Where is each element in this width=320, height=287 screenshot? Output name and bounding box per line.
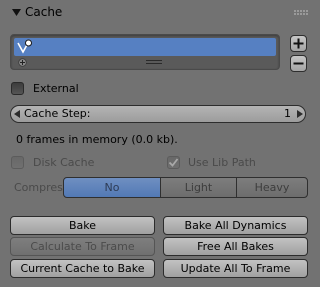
remove-cache-button[interactable] [290, 55, 307, 72]
memory-info-text: 0 frames in memory (0.0 kb). [16, 133, 178, 146]
disk-cache-label[interactable]: Disk Cache [33, 156, 94, 170]
cache-step-label: Cache Step: [24, 107, 91, 120]
plus-icon [293, 38, 304, 49]
decrement-arrow-icon[interactable] [14, 110, 20, 118]
use-lib-path-checkbox[interactable] [167, 156, 180, 169]
calculate-to-frame-button[interactable]: Calculate To Frame [10, 237, 155, 256]
bake-all-dynamics-button[interactable]: Bake All Dynamics [163, 216, 308, 235]
update-all-to-frame-button[interactable]: Update All To Frame [163, 259, 308, 278]
list-resize-handle[interactable] [146, 60, 162, 65]
minus-icon [293, 62, 304, 65]
use-lib-path-label[interactable]: Use Lib Path [188, 156, 256, 170]
external-checkbox[interactable] [11, 82, 24, 95]
cache-step-value: 1 [284, 107, 291, 120]
compression-option-heavy[interactable]: Heavy [236, 177, 308, 198]
external-label[interactable]: External [33, 82, 79, 96]
point-cache-icon [17, 39, 32, 54]
free-all-bakes-button[interactable]: Free All Bakes [163, 237, 308, 256]
increment-arrow-icon[interactable] [297, 110, 303, 118]
compression-option-light[interactable]: Light [160, 177, 237, 198]
checkmark-icon [168, 158, 179, 167]
drag-grip-icon[interactable] [294, 10, 308, 16]
bake-button[interactable]: Bake [10, 216, 155, 235]
panel-title[interactable]: Cache [25, 4, 62, 20]
compression-option-no[interactable]: No [63, 177, 161, 198]
add-filter-icon[interactable] [18, 58, 27, 67]
current-cache-to-bake-button[interactable]: Current Cache to Bake [10, 259, 155, 278]
disk-cache-checkbox[interactable] [11, 156, 24, 169]
collapse-triangle-icon[interactable] [11, 7, 22, 18]
add-cache-button[interactable] [290, 35, 307, 52]
list-item[interactable] [14, 38, 276, 56]
